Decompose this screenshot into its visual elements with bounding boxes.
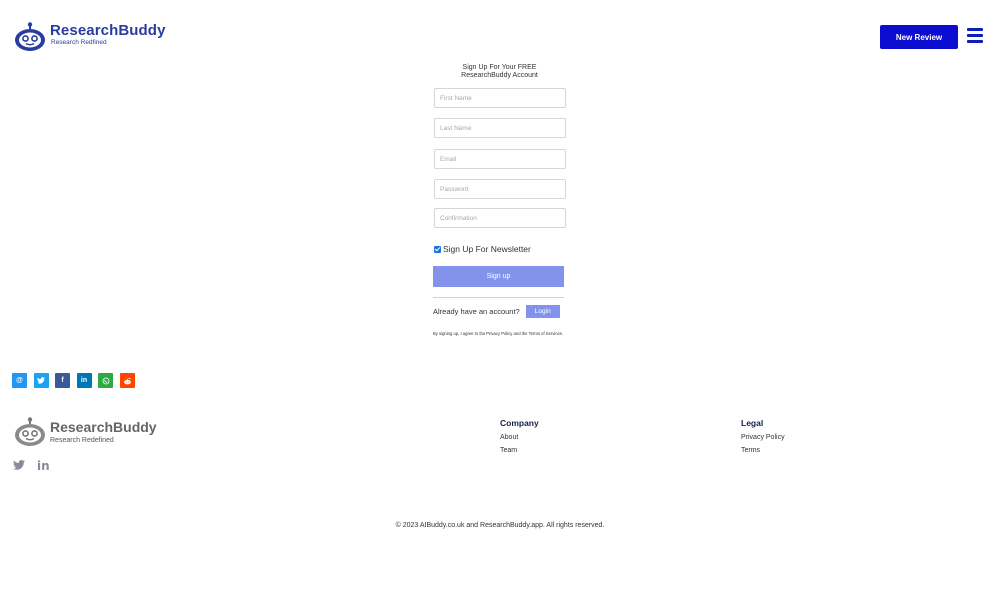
login-row: Already have an account? Login: [433, 305, 560, 318]
already-have-account-text: Already have an account?: [433, 307, 520, 316]
last-name-input[interactable]: [434, 118, 566, 138]
first-name-input[interactable]: [434, 88, 566, 108]
brand-tagline: Research Redfined: [51, 39, 107, 46]
twitter-icon[interactable]: [13, 457, 25, 475]
email-input[interactable]: [434, 149, 566, 169]
share-bar: @ f in: [12, 373, 141, 388]
facebook-share-icon[interactable]: f: [55, 373, 70, 388]
login-button[interactable]: Login: [525, 305, 560, 318]
signup-button[interactable]: Sign up: [433, 266, 564, 287]
footer-brand-name: ResearchBuddy: [50, 419, 157, 435]
whatsapp-share-icon[interactable]: [98, 373, 113, 388]
newsletter-checkbox[interactable]: [434, 245, 441, 253]
email-share-icon[interactable]: @: [12, 373, 27, 388]
footer-legal-column: Legal Privacy Policy Terms: [741, 418, 785, 457]
footer-logo[interactable]: ResearchBuddy Research Redefined: [14, 417, 157, 447]
newsletter-option[interactable]: Sign Up For Newsletter: [434, 244, 531, 254]
footer-robot-logo-icon: [15, 417, 45, 446]
header-logo[interactable]: ResearchBuddy Research Redfined: [14, 22, 166, 52]
twitter-share-icon[interactable]: [33, 373, 49, 388]
footer-link-team[interactable]: Team: [500, 445, 539, 458]
signup-title-line2: ResearchBuddy Account: [461, 71, 538, 79]
brand-name: ResearchBuddy: [50, 22, 166, 39]
terms-note: By signing up, I agree to the Privacy Po…: [433, 331, 564, 336]
form-divider: [433, 297, 564, 298]
copyright-text: © 2023 AIBuddy.co.uk and ResearchBuddy.a…: [395, 522, 605, 529]
reddit-share-icon[interactable]: [119, 373, 135, 388]
legal-heading: Legal: [741, 418, 764, 428]
hamburger-menu-icon[interactable]: [967, 28, 983, 44]
signup-form-title: Sign Up For Your FREE ResearchBuddy Acco…: [433, 64, 566, 79]
linkedin-icon[interactable]: in: [37, 459, 50, 473]
company-heading: Company: [500, 418, 539, 428]
footer-company-column: Company About Team: [500, 418, 539, 457]
newsletter-label: Sign Up For Newsletter: [443, 244, 531, 254]
linkedin-share-icon[interactable]: in: [76, 373, 92, 388]
signup-title-line1: Sign Up For Your FREE: [462, 64, 537, 71]
footer-link-privacy-policy[interactable]: Privacy Policy: [741, 432, 785, 445]
new-review-button[interactable]: New Review: [880, 25, 958, 49]
confirmation-input[interactable]: [434, 208, 566, 228]
footer-link-terms[interactable]: Terms: [741, 445, 785, 458]
password-input[interactable]: [434, 179, 566, 199]
robot-logo-icon: [15, 22, 45, 51]
footer-brand-tagline: Research Redefined: [50, 437, 114, 444]
footer-social-links: in: [13, 457, 50, 475]
footer-link-about[interactable]: About: [500, 432, 539, 445]
